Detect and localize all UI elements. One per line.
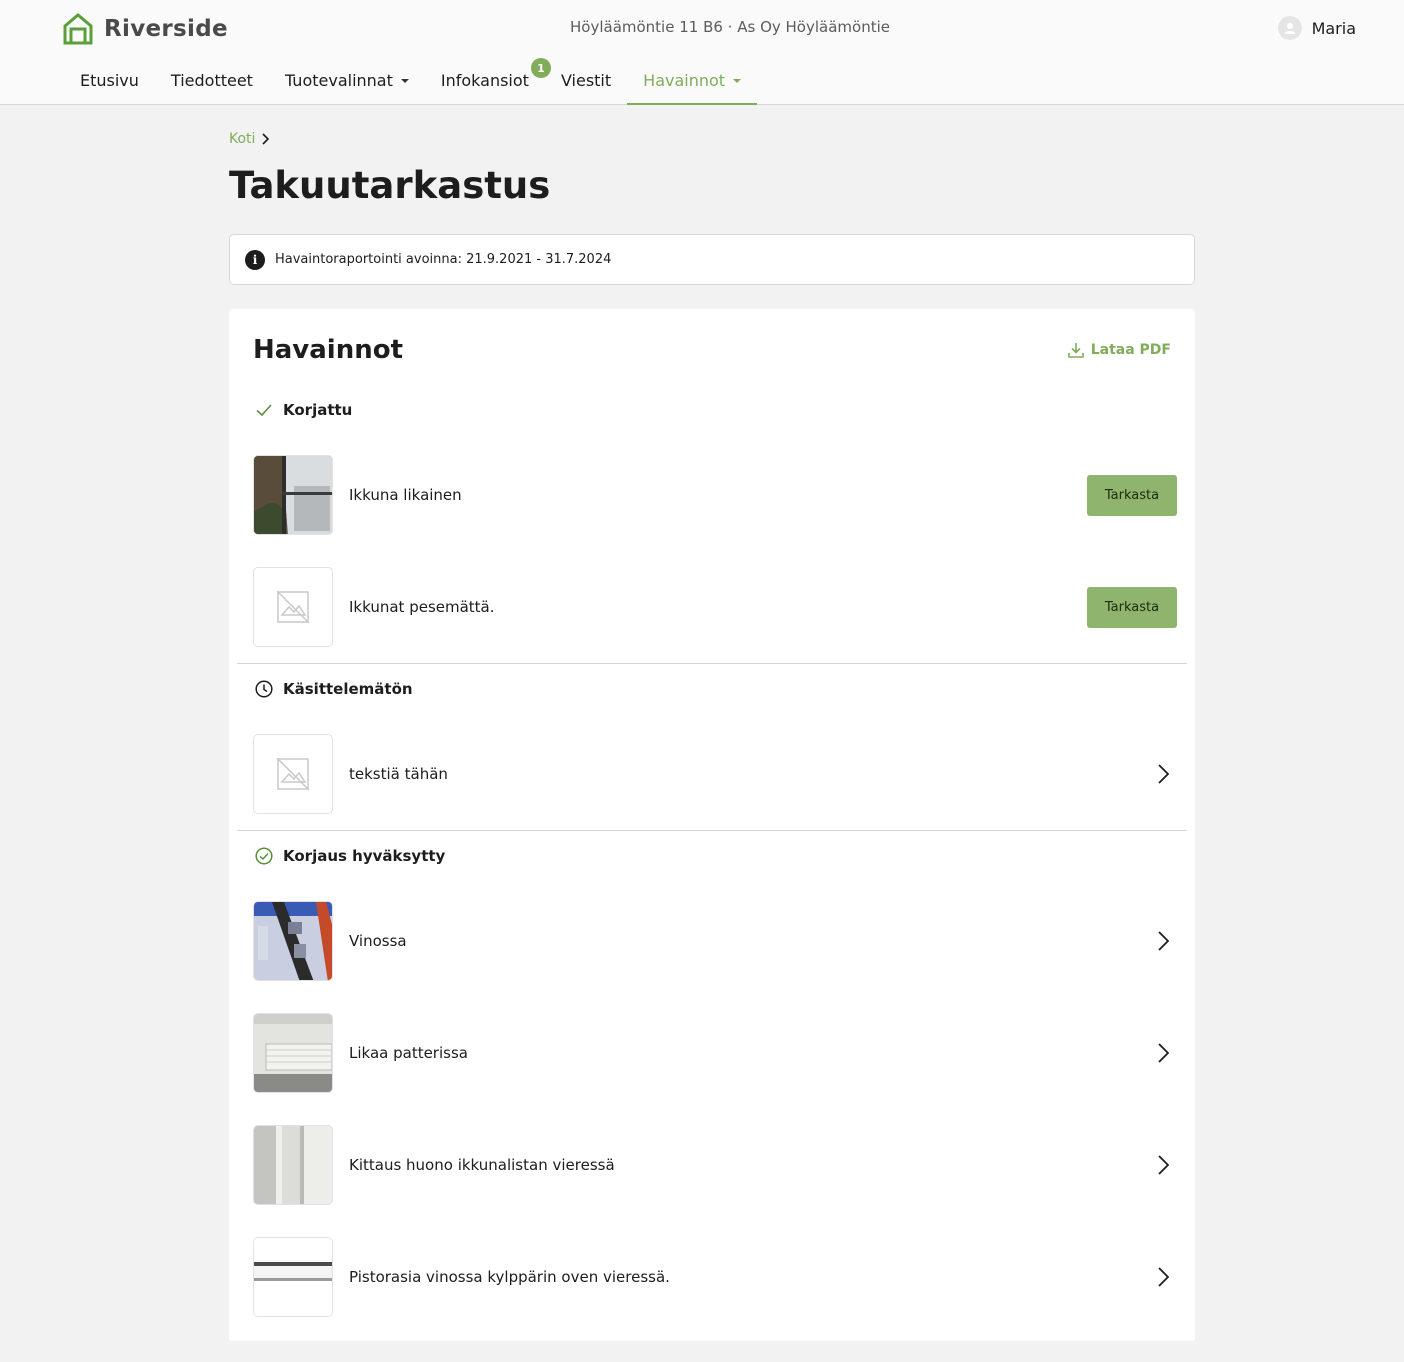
caret-down-icon — [400, 79, 409, 83]
check-circle-icon — [255, 847, 273, 865]
observation-thumbnail — [253, 567, 333, 647]
observation-title: Pistorasia vinossa kylppärin oven vieres… — [349, 1268, 670, 1286]
list-item[interactable]: Kittaus huono ikkunalistan vieressä — [253, 1125, 1175, 1205]
chevron-right-icon[interactable] — [1151, 1041, 1175, 1065]
radiator-photo-image — [254, 1014, 332, 1092]
observation-thumbnail — [253, 734, 333, 814]
list-item[interactable]: Ikkunat pesemättä. Tarkasta — [253, 567, 1177, 647]
observation-title: Kittaus huono ikkunalistan vieressä — [349, 1156, 615, 1174]
observation-title: tekstiä tähän — [349, 765, 448, 783]
observation-thumbnail — [253, 455, 333, 535]
inspect-button[interactable]: Tarkasta — [1087, 474, 1177, 516]
observation-title: Ikkuna likainen — [349, 486, 462, 504]
observation-thumbnail — [253, 1125, 333, 1205]
page-title: Takuutarkastus — [229, 164, 551, 207]
nav-item-tuotevalinnat[interactable]: Tuotevalinnat — [269, 58, 425, 105]
nav-item-viestit[interactable]: Viestit — [545, 58, 627, 105]
clock-icon — [255, 680, 273, 698]
list-item[interactable]: Likaa patterissa — [253, 1013, 1175, 1093]
window-frame-photo-image — [254, 1126, 332, 1204]
card-title: Havainnot — [253, 335, 404, 365]
check-icon — [256, 404, 272, 417]
nav-item-infokansiot[interactable]: Infokansiot 1 — [425, 58, 551, 105]
user-menu[interactable]: Maria — [1277, 16, 1356, 40]
user-icon — [1284, 23, 1296, 34]
observations-card: Havainnot Lataa PDF Korjattu Ikkuna lika… — [229, 309, 1195, 1341]
no-image-icon — [276, 590, 310, 624]
property-address: Höyläämöntie 11 B6 · As Oy Höyläämöntie — [570, 18, 890, 36]
section-divider — [237, 830, 1187, 831]
observation-thumbnail — [253, 1237, 333, 1317]
window-photo-image — [254, 456, 332, 534]
list-item[interactable]: Vinossa — [253, 901, 1175, 981]
download-pdf-link[interactable]: Lataa PDF — [1067, 341, 1171, 359]
caret-down-icon — [733, 79, 742, 83]
main-nav: Etusivu Tiedotteet Tuotevalinnat Infokan… — [64, 58, 758, 105]
user-name: Maria — [1311, 18, 1356, 38]
download-icon — [1067, 343, 1084, 358]
observation-title: Ikkunat pesemättä. — [349, 598, 495, 616]
info-text: Havaintoraportointi avoinna: 21.9.2021 -… — [275, 252, 612, 267]
chevron-right-icon[interactable] — [1151, 1265, 1175, 1289]
list-item[interactable]: Pistorasia vinossa kylppärin oven vieres… — [253, 1237, 1175, 1317]
section-header-korjattu: Korjattu — [255, 401, 352, 419]
chevron-right-icon[interactable] — [1151, 929, 1175, 953]
list-item[interactable]: tekstiä tähän — [253, 734, 1175, 814]
section-divider — [237, 663, 1187, 664]
download-pdf-label: Lataa PDF — [1090, 342, 1171, 358]
nav-item-etusivu[interactable]: Etusivu — [64, 58, 155, 105]
list-item[interactable]: Ikkuna likainen Tarkasta — [253, 455, 1177, 535]
chevron-right-icon — [262, 133, 270, 145]
nav-item-tiedotteet[interactable]: Tiedotteet — [155, 58, 269, 105]
nav-item-havainnot[interactable]: Havainnot — [627, 58, 758, 105]
section-header-korjaus-hyvaksytty: Korjaus hyväksytty — [255, 847, 445, 865]
socket-photo-image — [254, 1238, 332, 1316]
observation-title: Vinossa — [349, 932, 407, 950]
info-banner: i Havaintoraportointi avoinna: 21.9.2021… — [229, 234, 1195, 285]
avatar — [1277, 16, 1302, 40]
screen-photo-image — [254, 902, 332, 980]
chevron-right-icon[interactable] — [1151, 1153, 1175, 1177]
breadcrumb: Koti — [229, 131, 271, 147]
no-image-icon — [276, 757, 310, 791]
breadcrumb-home[interactable]: Koti — [229, 131, 255, 147]
observation-title: Likaa patterissa — [349, 1044, 468, 1062]
info-icon: i — [245, 249, 265, 270]
inspect-button[interactable]: Tarkasta — [1087, 586, 1177, 628]
observation-thumbnail — [253, 901, 333, 981]
top-header: Riverside Höyläämöntie 11 B6 · As Oy Höy… — [0, 0, 1404, 105]
section-header-kasittelematon: Käsittelemätön — [255, 680, 413, 698]
chevron-right-icon[interactable] — [1151, 762, 1175, 786]
observation-thumbnail — [253, 1013, 333, 1093]
